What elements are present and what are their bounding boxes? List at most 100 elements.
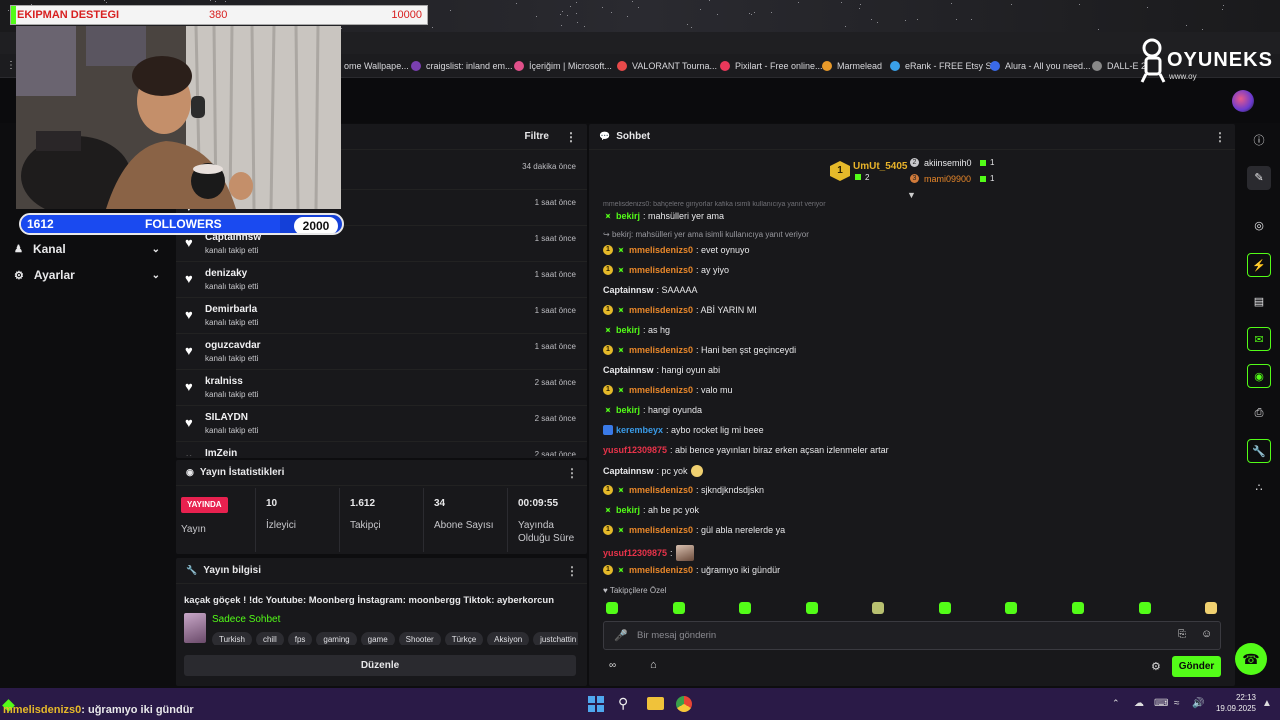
sidebar-item-ayarlar[interactable]: ⚙ Ayarlar ⌄ bbox=[14, 268, 160, 282]
info-icon[interactable]: ⓘ bbox=[1247, 129, 1271, 153]
file-explorer-icon[interactable] bbox=[647, 697, 664, 710]
pencil-icon[interactable]: ✎ bbox=[1247, 166, 1271, 190]
points-icon[interactable]: ∞ bbox=[609, 660, 616, 671]
chat-username[interactable]: bekirj bbox=[616, 405, 640, 415]
chat-message[interactable]: 1 mmelisdenizs0: valo mu bbox=[603, 385, 733, 395]
chat-username[interactable]: Captainnsw bbox=[603, 285, 654, 295]
emote-icon[interactable] bbox=[1005, 602, 1017, 614]
chat-message[interactable]: 1 mmelisdenizs0: Hani ben şst geçinceydi bbox=[603, 345, 796, 355]
more-icon[interactable]: ⋮ bbox=[565, 130, 577, 144]
search-icon[interactable]: ⚲ bbox=[618, 695, 628, 712]
chat-message[interactable]: yusuf12309875: abi bence yayınları biraz… bbox=[603, 445, 889, 455]
chat-username[interactable]: mmelisdenizs0 bbox=[629, 345, 693, 355]
tag-chip[interactable]: Shooter bbox=[398, 632, 441, 645]
chat-message[interactable]: Captainnsw: pc yok bbox=[603, 465, 703, 477]
emote-icon[interactable] bbox=[673, 602, 685, 614]
more-icon[interactable]: ⋮ bbox=[1214, 130, 1226, 144]
collapse-icon[interactable]: ▼ bbox=[907, 190, 916, 200]
chat-username[interactable]: bekirj bbox=[616, 505, 640, 515]
tag-chip[interactable]: game bbox=[360, 632, 395, 645]
follower-row[interactable]: ♥ denizaky kanalı takip etti 1 saat önce bbox=[176, 262, 587, 298]
printer-icon[interactable]: ⎙ bbox=[1247, 401, 1271, 425]
category-name[interactable]: Sadece Sohbet bbox=[212, 614, 280, 625]
chat-message[interactable]: 1 mmelisdenizs0: gül abla nerelerde ya bbox=[603, 525, 785, 535]
emote-icon[interactable] bbox=[1072, 602, 1084, 614]
chat-message[interactable]: 1 mmelisdenizs0: ABİ YARIN MI bbox=[603, 305, 757, 315]
lightning-icon[interactable]: ⚡ bbox=[1247, 253, 1271, 277]
chat-message[interactable]: kerembeyx: aybo rocket lig mi beee bbox=[603, 425, 764, 435]
chat-username[interactable]: Captainnsw bbox=[603, 365, 654, 375]
chat-username[interactable]: mmelisdenizs0 bbox=[629, 565, 693, 575]
chat-message[interactable]: 1 mmelisdenizs0: ay yiyo bbox=[603, 265, 729, 275]
translate-icon[interactable]: ⎘ bbox=[1178, 629, 1186, 640]
chat-message[interactable]: bekirj: ah be pc yok bbox=[603, 505, 699, 515]
emote-icon[interactable] bbox=[1205, 602, 1217, 614]
chrome-icon[interactable] bbox=[676, 696, 692, 712]
support-headset-icon[interactable]: ☎ bbox=[1235, 643, 1267, 675]
settings-gear-icon[interactable]: ⚙ bbox=[1151, 660, 1161, 673]
sidebar-item-kanal[interactable]: ♟ Kanal ⌄ bbox=[14, 242, 160, 256]
emote-icon[interactable] bbox=[872, 602, 884, 614]
notification-bell-icon[interactable]: ▲ bbox=[1262, 698, 1272, 709]
emote-icon[interactable] bbox=[606, 602, 618, 614]
chat-username[interactable]: Captainnsw bbox=[603, 466, 654, 476]
bookmark-item[interactable]: İçeriğim | Microsoft... bbox=[514, 54, 612, 78]
second-gifter-name[interactable]: akiinsemih0 bbox=[924, 158, 972, 168]
follower-row[interactable]: ♥ oguzcavdar kanalı takip etti 1 saat önce bbox=[176, 334, 587, 370]
wrench-icon[interactable]: 🔧 bbox=[1247, 439, 1271, 463]
filter-button[interactable]: Filtre bbox=[525, 131, 549, 142]
edit-button[interactable]: Düzenle bbox=[184, 655, 576, 676]
tag-chip[interactable]: Aksiyon bbox=[487, 632, 530, 645]
chat-username[interactable]: kerembeyx bbox=[616, 425, 663, 435]
chat-message[interactable]: bekirj: as hg bbox=[603, 325, 670, 335]
chat-message[interactable]: 1 mmelisdenizs0: sjkndjkndsdjskn bbox=[603, 485, 764, 495]
chat-message[interactable]: Captainnsw: hangi oyun abi bbox=[603, 365, 720, 375]
bookmark-item[interactable]: VALORANT Tourna... bbox=[617, 54, 717, 78]
chat-username[interactable]: mmelisdenizs0 bbox=[629, 385, 693, 395]
chat-username[interactable]: yusuf12309875 bbox=[603, 445, 667, 455]
emote-icon[interactable] bbox=[1139, 602, 1151, 614]
chat-message[interactable]: 1 mmelisdenizs0: evet oynuyo bbox=[603, 245, 750, 255]
chat-message[interactable]: bekirj: hangi oyunda bbox=[603, 405, 702, 415]
user-avatar[interactable] bbox=[1232, 90, 1254, 112]
broadcast-icon[interactable]: ◉ bbox=[1247, 364, 1271, 388]
follower-row[interactable]: ♥ Demirbarla kanalı takip etti 1 saat önce bbox=[176, 298, 587, 334]
tag-chip[interactable]: gaming bbox=[316, 632, 357, 645]
tag-chip[interactable]: Türkçe bbox=[444, 632, 484, 645]
chat-username[interactable]: bekirj bbox=[616, 211, 640, 221]
follower-row[interactable]: ♥ kralniss kanalı takip etti 2 saat önce bbox=[176, 370, 587, 406]
emote-icon[interactable] bbox=[939, 602, 951, 614]
cloud-icon[interactable]: ☁ bbox=[1134, 698, 1144, 709]
send-button[interactable]: Gönder bbox=[1172, 656, 1221, 677]
document-icon[interactable]: ▤ bbox=[1247, 290, 1271, 314]
top-gifter-name[interactable]: UmUt_5405 bbox=[853, 161, 907, 172]
tag-chip[interactable]: fps bbox=[287, 632, 313, 645]
bookmark-item[interactable]: eRank - FREE Etsy S... bbox=[890, 54, 999, 78]
chevron-up-icon[interactable]: ⌃ bbox=[1112, 698, 1120, 709]
more-icon[interactable]: ⋮ bbox=[566, 466, 578, 480]
chat-username[interactable]: bekirj bbox=[616, 325, 640, 335]
more-icon[interactable]: ⋮ bbox=[566, 564, 578, 578]
emote-icon[interactable] bbox=[806, 602, 818, 614]
follower-row[interactable]: ♥ ImZein 2 saat önce bbox=[176, 442, 587, 456]
emote-icon[interactable] bbox=[739, 602, 751, 614]
chat-message[interactable]: Captainnsw: SAAAAA bbox=[603, 285, 698, 295]
wifi-icon[interactable]: ≈ bbox=[1174, 698, 1180, 709]
store-icon[interactable]: ⌂ bbox=[650, 659, 657, 671]
chat-username[interactable]: mmelisdenizs0 bbox=[629, 265, 693, 275]
windows-start-icon[interactable] bbox=[588, 696, 604, 712]
chat-username[interactable]: mmelisdenizs0 bbox=[629, 485, 693, 495]
tag-chip[interactable]: Turkish bbox=[212, 632, 252, 645]
bookmark-item[interactable]: Pixilart - Free online... bbox=[720, 54, 823, 78]
chat-message[interactable]: yusuf12309875: bbox=[603, 545, 694, 561]
chat-username[interactable]: mmelisdenizs0 bbox=[629, 305, 693, 315]
chat-username[interactable]: yusuf12309875 bbox=[603, 548, 667, 558]
emoji-icon[interactable]: ☺ bbox=[1201, 628, 1212, 640]
chat-username[interactable]: mmelisdenizs0 bbox=[629, 525, 693, 535]
tag-chip[interactable]: chill bbox=[255, 632, 284, 645]
volume-icon[interactable]: 🔊 bbox=[1192, 698, 1204, 709]
clock[interactable]: 22:13 19.09.2025 bbox=[1208, 692, 1256, 714]
chat-input[interactable]: 🎤 Bir mesaj gönderin ⎘ ☺ bbox=[603, 621, 1221, 650]
chat-message[interactable]: 1 mmelisdenizs0: uğramıyo iki gündür bbox=[603, 565, 780, 575]
bookmark-item[interactable]: Alura - All you need... bbox=[990, 54, 1091, 78]
